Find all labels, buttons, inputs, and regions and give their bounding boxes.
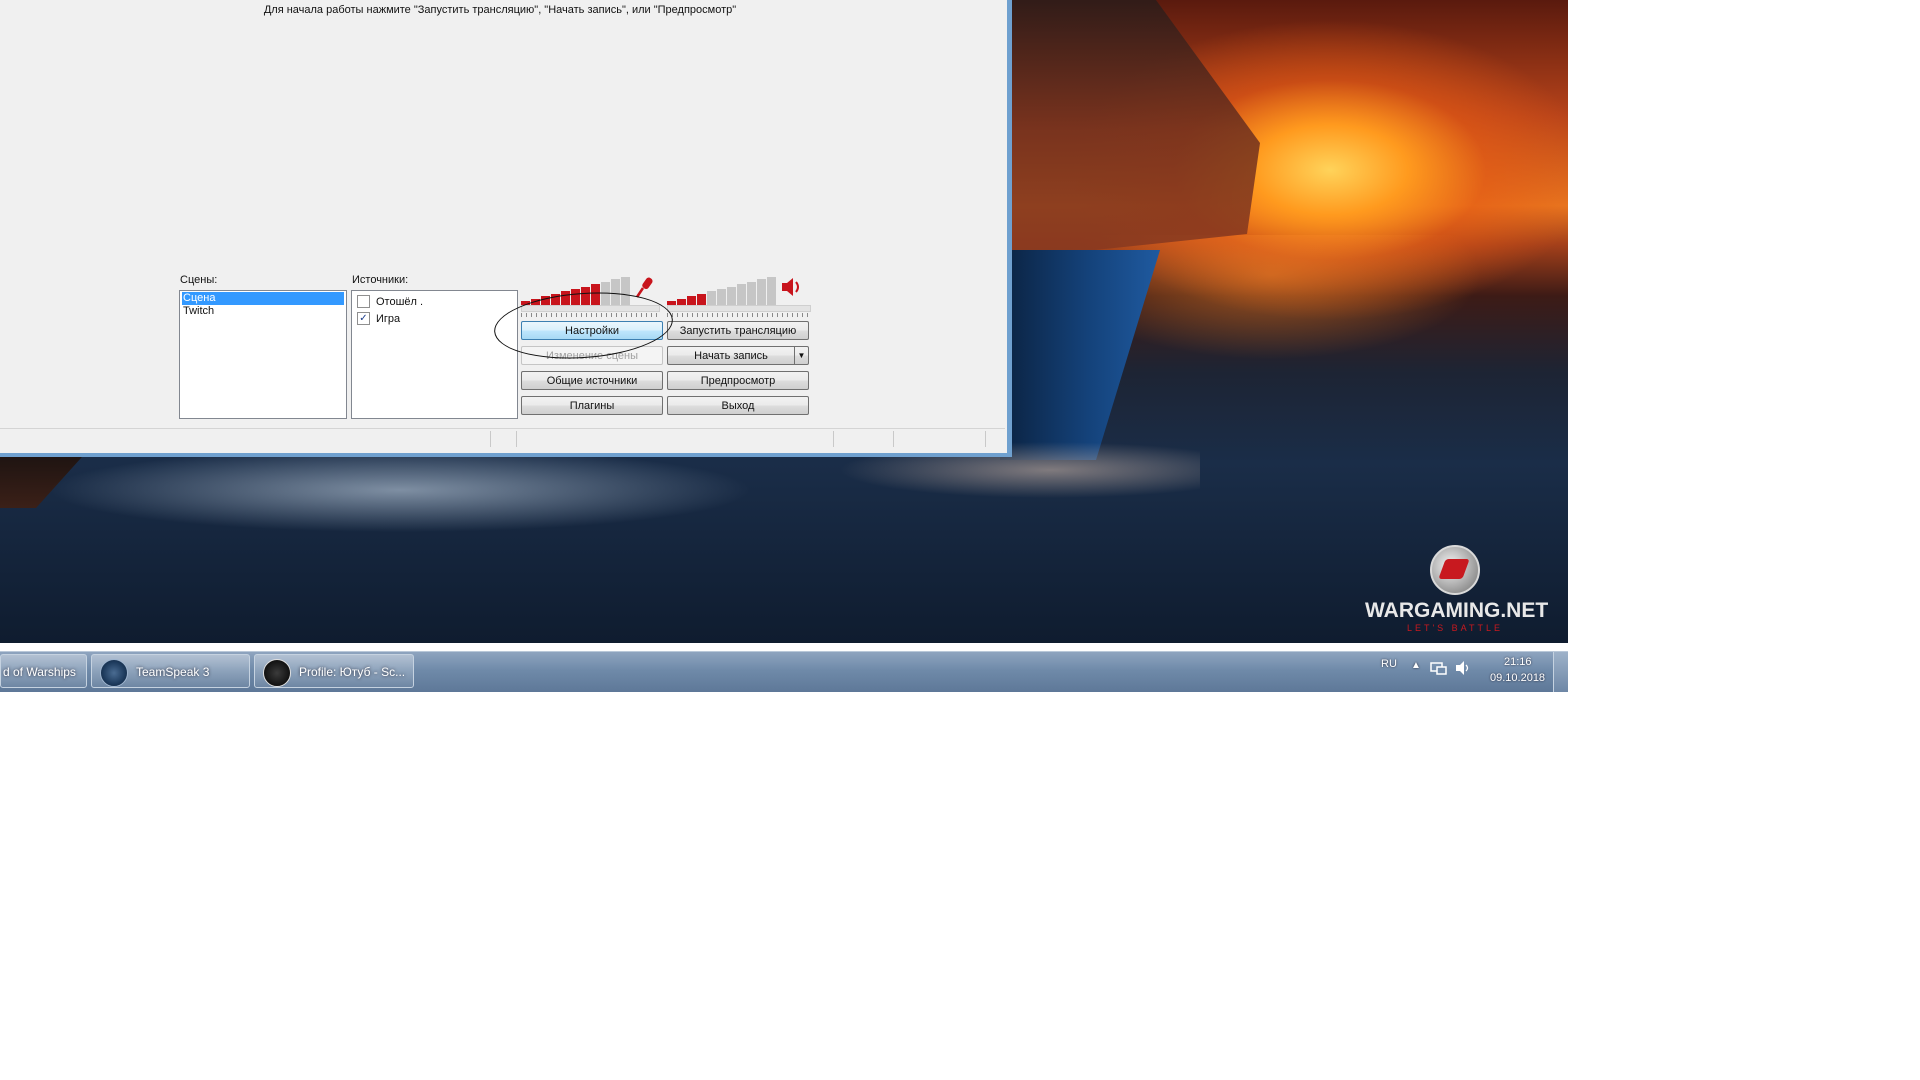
global-sources-button[interactable]: Общие источники — [521, 371, 663, 390]
status-divider — [893, 431, 894, 447]
status-bar — [0, 428, 1005, 449]
scene-item[interactable]: Twitch — [180, 305, 346, 318]
dropdown-arrow-icon[interactable]: ▼ — [794, 347, 808, 364]
ship-sails — [1000, 0, 1260, 260]
start-hint-text: Для начала работы нажмите "Запустить тра… — [263, 4, 737, 16]
volume-icon[interactable] — [1455, 660, 1473, 676]
wargaming-emblem-icon — [1430, 545, 1480, 595]
scenes-list[interactable]: Сцена Twitch — [179, 290, 347, 419]
source-label: Игра — [376, 312, 401, 325]
meter-bar — [747, 281, 756, 305]
show-desktop-button[interactable] — [1553, 652, 1568, 692]
status-divider — [833, 431, 834, 447]
clock-time[interactable]: 21:16 — [1504, 656, 1532, 668]
tray-expand-icon[interactable]: ▲ — [1411, 660, 1421, 671]
source-item[interactable]: ✓ Игра — [352, 310, 517, 327]
wargaming-logo: WARGAMING.NET LET'S BATTLE — [1365, 545, 1549, 635]
teamspeak-icon — [100, 659, 128, 687]
meter-bar — [717, 289, 726, 305]
taskbar-item-label: TeamSpeak 3 — [136, 665, 210, 679]
preview-button[interactable]: Предпросмотр — [667, 371, 809, 390]
status-divider — [985, 431, 986, 447]
sources-list[interactable]: Отошёл . ✓ Игра — [351, 290, 518, 419]
start-record-label: Начать запись — [694, 350, 768, 362]
source-checkbox[interactable] — [357, 295, 370, 308]
scenes-label: Сцены: — [180, 274, 218, 286]
plugins-button[interactable]: Плагины — [521, 396, 663, 415]
network-icon[interactable] — [1430, 660, 1448, 676]
desktop-slider-ticks — [667, 313, 809, 317]
obs-main-window: Для начала работы нажмите "Запустить тра… — [0, 0, 1012, 457]
meter-bar — [727, 286, 736, 305]
speaker-icon[interactable] — [780, 275, 802, 299]
desktop-volume-slider[interactable] — [667, 305, 811, 312]
meter-bar — [767, 277, 776, 305]
exit-button[interactable]: Выход — [667, 396, 809, 415]
obs-icon — [263, 659, 291, 687]
meter-bar — [757, 279, 766, 305]
scene-item[interactable]: Сцена — [182, 292, 344, 305]
clock-date[interactable]: 09.10.2018 — [1490, 672, 1545, 684]
source-item[interactable]: Отошёл . — [352, 293, 517, 310]
start-record-button[interactable]: Начать запись ▼ — [667, 346, 809, 365]
desktop-volume-meter — [667, 275, 776, 305]
start-stream-button[interactable]: Запустить трансляцию — [667, 321, 809, 340]
language-indicator[interactable]: RU — [1381, 658, 1397, 670]
sources-label: Источники: — [352, 274, 409, 286]
status-divider — [490, 431, 491, 447]
taskbar-item-label: d of Warships — [3, 665, 76, 679]
source-label: Отошёл . — [376, 295, 424, 308]
wargaming-tagline: LET'S BATTLE — [1406, 623, 1504, 633]
taskbar: d of Warships TeamSpeak 3 Profile: Ютуб … — [0, 651, 1568, 692]
meter-bar — [687, 296, 696, 305]
taskbar-item-teamspeak[interactable]: TeamSpeak 3 — [91, 654, 250, 688]
meter-bar — [707, 291, 716, 305]
taskbar-item-obs[interactable]: Profile: Ютуб - Sc... — [254, 654, 414, 688]
source-checkbox[interactable]: ✓ — [357, 312, 370, 325]
wargaming-brand: WARGAMING.NET — [1365, 599, 1549, 622]
meter-bar — [737, 284, 746, 305]
taskbar-item-label: Profile: Ютуб - Sc... — [299, 665, 406, 679]
status-divider — [516, 431, 517, 447]
meter-bar — [697, 293, 706, 305]
taskbar-item-world-of-warships[interactable]: d of Warships — [0, 654, 87, 688]
